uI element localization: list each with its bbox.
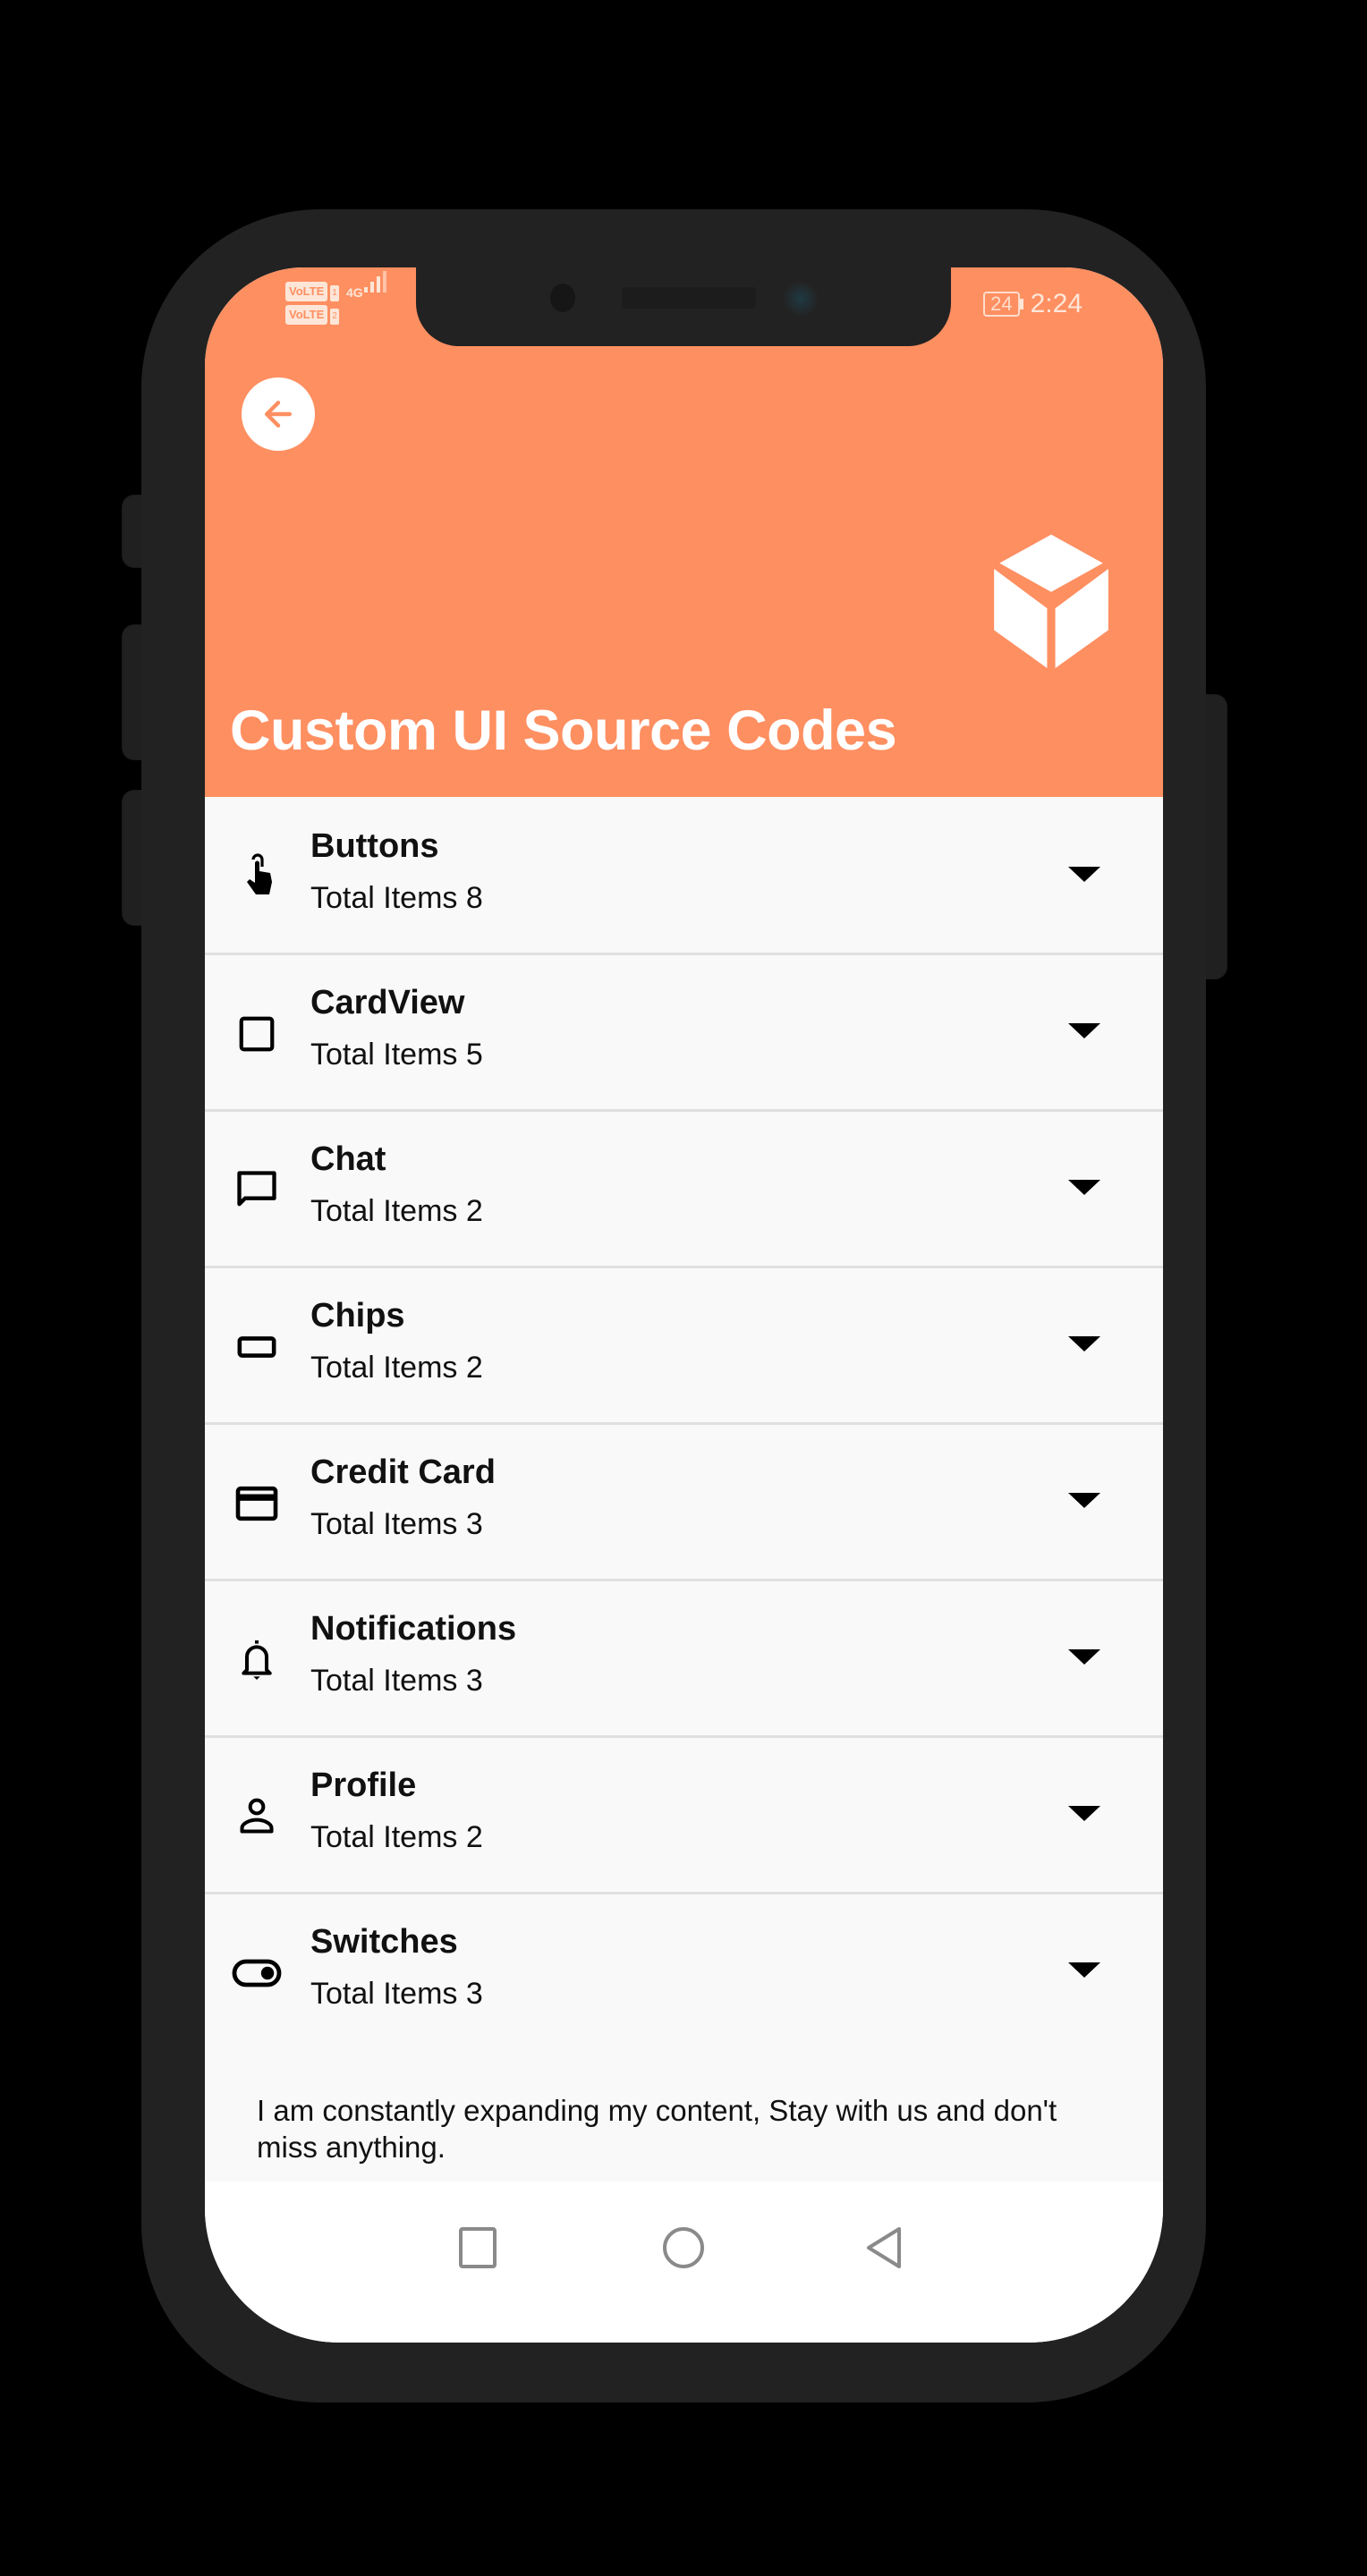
- list-item-chat[interactable]: Chat Total Items 2: [205, 1112, 1163, 1268]
- earpiece: [622, 287, 756, 309]
- item-count: Total Items 2: [310, 1194, 483, 1228]
- list-item-notifications[interactable]: Notifications Total Items 3: [205, 1581, 1163, 1738]
- list-item-buttons[interactable]: Buttons Total Items 8: [205, 799, 1163, 955]
- list-item-credit-card[interactable]: Credit Card Total Items 3: [205, 1425, 1163, 1581]
- item-title: Buttons: [310, 827, 439, 865]
- category-list: Buttons Total Items 8 CardView Total Ite…: [205, 799, 1163, 2048]
- item-title: Chips: [310, 1297, 405, 1335]
- chevron-down-icon[interactable]: [1068, 867, 1100, 882]
- arrow-left-icon: [264, 400, 293, 428]
- footer-note: I am constantly expanding my content, St…: [257, 2094, 1057, 2164]
- system-nav-bar: [205, 2182, 1163, 2343]
- chevron-down-icon[interactable]: [1068, 1023, 1100, 1038]
- header: VoLTE 1 VoLTE 2 4G 24 2:24 Custom UI Sou…: [205, 267, 1163, 797]
- item-title: CardView: [310, 984, 465, 1021]
- list-item-profile[interactable]: Profile Total Items 2: [205, 1738, 1163, 1894]
- proximity-sensor: [783, 282, 819, 316]
- person-icon: [230, 1790, 284, 1843]
- item-count: Total Items 3: [310, 1507, 483, 1541]
- item-count: Total Items 3: [310, 1664, 483, 1698]
- volte-badge: VoLTE: [285, 282, 328, 301]
- page-title: Custom UI Source Codes: [230, 699, 897, 762]
- chevron-down-icon[interactable]: [1068, 1336, 1100, 1352]
- volte-badge: VoLTE: [285, 305, 328, 325]
- item-title: Switches: [310, 1923, 458, 1961]
- item-title: Profile: [310, 1767, 417, 1804]
- item-title: Notifications: [310, 1610, 517, 1648]
- credit-card-icon: [230, 1477, 284, 1530]
- back-button[interactable]: [242, 377, 315, 451]
- chevron-down-icon[interactable]: [1068, 1806, 1100, 1821]
- circle-icon[interactable]: [662, 2226, 705, 2269]
- touch-icon: [230, 851, 284, 904]
- battery-tip: [1019, 299, 1023, 309]
- item-title: Credit Card: [310, 1453, 496, 1491]
- list-item-cardview[interactable]: CardView Total Items 5: [205, 955, 1163, 1112]
- chevron-down-icon[interactable]: [1068, 1180, 1100, 1195]
- item-count: Total Items 5: [310, 1038, 483, 1072]
- chevron-down-icon[interactable]: [1068, 1649, 1100, 1665]
- list-item-chips[interactable]: Chips Total Items 2: [205, 1268, 1163, 1425]
- chevron-down-icon[interactable]: [1068, 1962, 1100, 1978]
- toggle-icon: [230, 1946, 284, 2000]
- item-title: Chat: [310, 1140, 386, 1178]
- front-camera: [550, 284, 575, 312]
- status-bar-right: 24 2:24: [983, 289, 1083, 319]
- chevron-down-icon[interactable]: [1068, 1493, 1100, 1508]
- sim-number: 2: [330, 309, 339, 325]
- item-count: Total Items 2: [310, 1351, 483, 1385]
- camera-notch: [416, 267, 951, 346]
- sim-number: 1: [330, 285, 339, 301]
- chip-icon: [230, 1320, 284, 1374]
- clock: 2:24: [1030, 289, 1083, 318]
- cube-icon: [994, 534, 1108, 668]
- crop-square-icon: [230, 1007, 284, 1061]
- square-icon[interactable]: [458, 2226, 497, 2269]
- item-count: Total Items 3: [310, 1977, 483, 2011]
- network-type: 4G: [346, 285, 363, 300]
- item-count: Total Items 8: [310, 881, 483, 915]
- battery-icon: 24: [983, 292, 1020, 317]
- status-bar-sim-info: VoLTE 1 VoLTE 2: [285, 282, 339, 325]
- bell-icon: [230, 1633, 284, 1687]
- screen: VoLTE 1 VoLTE 2 4G 24 2:24 Custom UI Sou…: [205, 267, 1163, 2343]
- list-item-switches[interactable]: Switches Total Items 3: [205, 1894, 1163, 2048]
- power-button: [1204, 694, 1227, 979]
- triangle-back-icon[interactable]: [865, 2226, 904, 2269]
- item-count: Total Items 2: [310, 1820, 483, 1854]
- chat-bubble-icon: [230, 1164, 284, 1217]
